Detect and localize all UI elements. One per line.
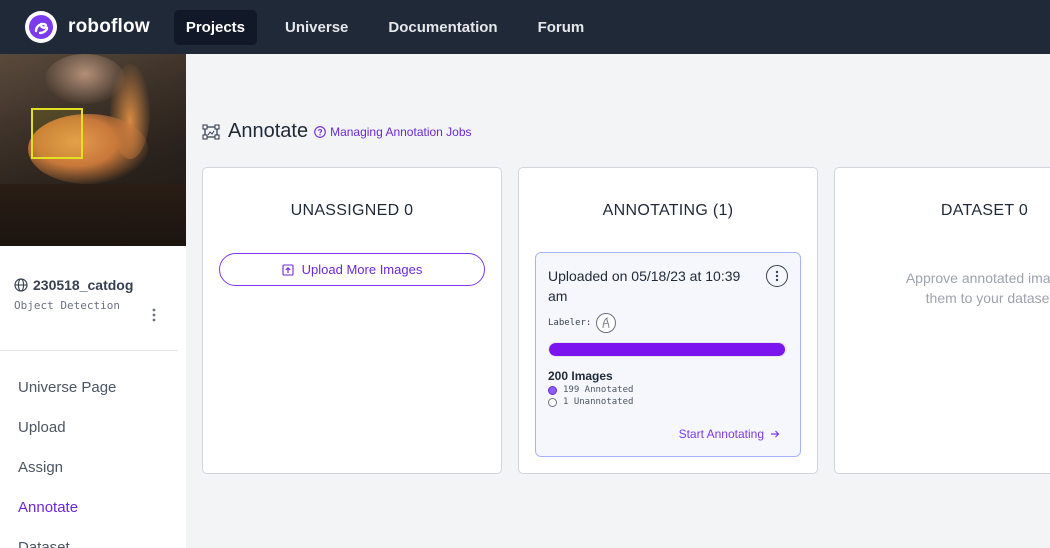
arrow-right-icon bbox=[771, 430, 780, 438]
upload-more-images-button[interactable]: Upload More Images bbox=[219, 253, 485, 286]
dataset-description: Approve annotated images them to your da… bbox=[905, 270, 1050, 306]
project-thumbnail[interactable] bbox=[0, 54, 186, 246]
unannotated-count: 1 Unannotated bbox=[563, 397, 634, 407]
annotated-legend: 199 Annotated bbox=[548, 385, 633, 395]
nav-universe[interactable]: Universe bbox=[273, 10, 360, 45]
project-name: 230518_catdog bbox=[33, 277, 134, 293]
project-menu-icon[interactable] bbox=[152, 308, 156, 322]
roboflow-logo[interactable]: roboflow bbox=[25, 11, 150, 43]
help-link[interactable]: Managing Annotation Jobs bbox=[314, 124, 472, 139]
nav-forum[interactable]: Forum bbox=[526, 10, 597, 45]
start-annotating-label: Start Annotating bbox=[678, 427, 764, 441]
top-navbar: roboflow Projects Universe Documentation… bbox=[0, 0, 1050, 54]
annotate-icon bbox=[202, 123, 220, 140]
unannotated-legend: 1 Unannotated bbox=[548, 397, 633, 407]
project-type: Object Detection bbox=[14, 299, 120, 312]
dataset-column: DATASET 0 Approve annotated images them … bbox=[834, 167, 1050, 474]
unassigned-title: UNASSIGNED 0 bbox=[290, 202, 414, 219]
job-title: Uploaded on 05/18/23 at 10:39 am bbox=[548, 268, 741, 304]
labeler-row: Labeler: bbox=[548, 313, 617, 333]
annotated-count: 199 Annotated bbox=[563, 385, 634, 395]
project-info: 230518_catdog Object Detection bbox=[0, 246, 178, 351]
labeler-avatar[interactable] bbox=[596, 313, 617, 333]
annotation-progress-bar bbox=[548, 342, 787, 357]
sidebar-item-annotate[interactable]: Annotate bbox=[0, 489, 186, 529]
annotation-progress-fill bbox=[549, 343, 785, 356]
labeler-label: Labeler: bbox=[548, 318, 592, 328]
dataset-title: DATASET 0 bbox=[940, 202, 1029, 219]
annotating-title: ANNOTATING (1) bbox=[602, 202, 734, 219]
images-count: 200 Images bbox=[548, 369, 613, 383]
more-vertical-icon bbox=[775, 270, 779, 282]
labeler-avatar-icon bbox=[602, 317, 610, 329]
page-heading: Annotate Managing Annotation Jobs bbox=[202, 120, 472, 143]
main-content: Annotate Managing Annotation Jobs UNASSI… bbox=[186, 54, 1050, 548]
annotated-dot bbox=[548, 385, 557, 395]
roboflow-logo-icon bbox=[25, 11, 57, 43]
sidebar-item-dataset[interactable]: Dataset bbox=[0, 529, 186, 548]
logo-text: roboflow bbox=[68, 16, 150, 37]
help-link-label: Managing Annotation Jobs bbox=[330, 124, 472, 139]
sidebar-item-assign[interactable]: Assign bbox=[0, 449, 186, 489]
sidebar-item-universe-page[interactable]: Universe Page bbox=[0, 369, 186, 409]
annotation-job-card[interactable]: Uploaded on 05/18/23 at 10:39 am Labeler… bbox=[535, 252, 801, 457]
sidebar: 230518_catdog Object Detection Universe … bbox=[0, 54, 186, 548]
globe-icon bbox=[14, 278, 28, 292]
sidebar-item-upload[interactable]: Upload bbox=[0, 409, 186, 449]
bounding-box bbox=[31, 108, 83, 159]
page-title: Annotate bbox=[228, 120, 309, 142]
upload-icon bbox=[282, 263, 294, 276]
start-annotating-link[interactable]: Start Annotating bbox=[679, 427, 780, 441]
unannotated-dot bbox=[548, 397, 557, 407]
unassigned-column: UNASSIGNED 0 Upload More Images bbox=[202, 167, 502, 474]
help-icon bbox=[314, 125, 326, 138]
upload-more-images-label: Upload More Images bbox=[301, 262, 423, 277]
job-menu-button[interactable] bbox=[766, 265, 788, 287]
annotating-column: ANNOTATING (1) Uploaded on 05/18/23 at 1… bbox=[518, 167, 818, 474]
nav-documentation[interactable]: Documentation bbox=[376, 10, 509, 45]
sidebar-menu: Universe Page Upload Assign Annotate Dat… bbox=[0, 351, 186, 548]
nav-projects[interactable]: Projects bbox=[173, 9, 258, 45]
